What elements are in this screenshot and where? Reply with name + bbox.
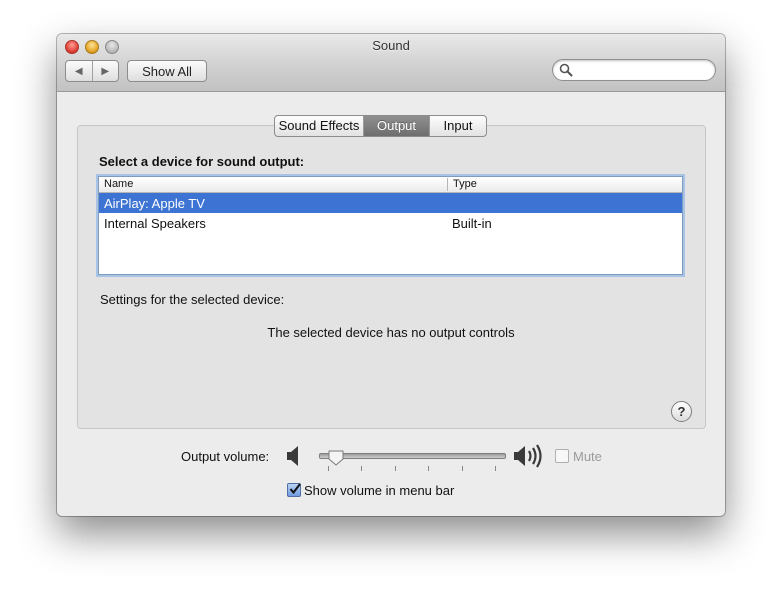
question-mark-icon: ? (677, 404, 686, 419)
column-divider (447, 178, 448, 191)
help-button[interactable]: ? (671, 401, 692, 422)
chevron-right-icon: ▶ (101, 65, 110, 77)
table-row[interactable]: AirPlay: Apple TV (99, 193, 682, 213)
show-volume-checkbox[interactable] (287, 483, 301, 497)
table-row[interactable]: Internal Speakers Built-in (99, 213, 682, 233)
tab-input[interactable]: Input (429, 116, 486, 136)
volume-tick (394, 466, 396, 471)
device-name: AirPlay: Apple TV (104, 196, 205, 211)
sound-preferences-window: Sound ◀ ▶ Show All Sound Effects Output … (57, 34, 725, 516)
title-bar: Sound ◀ ▶ Show All (57, 34, 725, 92)
search-icon (559, 63, 573, 77)
no-output-controls-message: The selected device has no output contro… (267, 325, 515, 340)
volume-tick (428, 466, 430, 471)
speaker-low-icon (287, 446, 298, 466)
volume-tick (495, 466, 496, 471)
window-title: Sound (372, 38, 410, 53)
volume-slider-track[interactable] (319, 453, 506, 459)
tab-sound-effects[interactable]: Sound Effects (275, 116, 363, 136)
table-header: Name Type (99, 177, 682, 193)
column-header-name[interactable]: Name (104, 178, 133, 190)
navigation-buttons: ◀ ▶ (65, 60, 119, 82)
mute-checkbox[interactable] (555, 449, 569, 463)
chevron-left-icon: ◀ (74, 65, 83, 77)
tab-output[interactable]: Output (363, 116, 429, 136)
device-name: Internal Speakers (104, 216, 206, 231)
forward-button[interactable]: ▶ (93, 61, 119, 81)
search-input[interactable] (577, 62, 711, 79)
show-all-button[interactable]: Show All (127, 60, 207, 82)
tab-content-panel (77, 125, 706, 429)
volume-tick (328, 466, 329, 471)
back-button[interactable]: ◀ (66, 61, 93, 81)
output-device-heading: Select a device for sound output: (99, 154, 305, 169)
tab-bar: Sound Effects Output Input (274, 115, 487, 137)
volume-slider-knob[interactable] (327, 449, 345, 467)
device-settings-heading: Settings for the selected device: (100, 292, 285, 307)
speaker-high-icon (514, 444, 542, 468)
output-volume-label: Output volume: (181, 449, 270, 464)
search-field[interactable] (552, 59, 716, 81)
volume-tick (361, 466, 363, 471)
show-volume-label: Show volume in menu bar (304, 483, 455, 498)
mute-label: Mute (573, 449, 602, 464)
volume-tick (461, 466, 463, 471)
output-device-table[interactable]: Name Type AirPlay: Apple TV Internal Spe… (98, 176, 683, 275)
column-header-type[interactable]: Type (453, 178, 477, 190)
device-type: Built-in (452, 216, 492, 231)
checkmark-icon (289, 483, 301, 495)
